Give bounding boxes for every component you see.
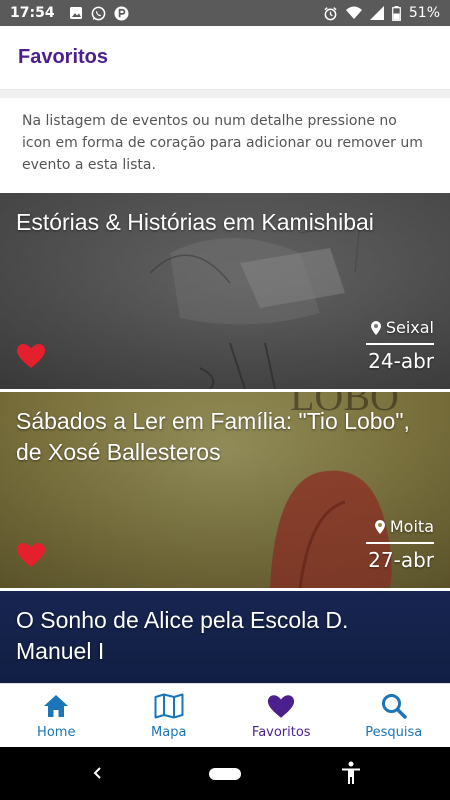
alarm-icon: [323, 6, 338, 21]
status-bar: 17:54 51%: [0, 0, 450, 26]
bottom-navigation: Home Mapa Favoritos Pesquisa: [0, 683, 450, 747]
date-divider: [366, 542, 434, 544]
event-location: Seixal: [370, 318, 434, 337]
event-card[interactable]: Estórias & Histórias em Kamishibai Seixa…: [0, 193, 450, 389]
event-card[interactable]: LOBO Sábados a Ler em Família: "Tio Lobo…: [0, 392, 450, 588]
page-title: Favoritos: [18, 46, 109, 68]
event-date: 27-abr: [368, 548, 434, 572]
heart-icon[interactable]: [16, 343, 46, 369]
nav-search[interactable]: Pesquisa: [338, 684, 450, 747]
nav-home-label: Home: [37, 725, 76, 740]
event-title: Estórias & Histórias em Kamishibai: [16, 209, 374, 235]
home-icon: [41, 691, 71, 721]
event-location-label: Moita: [389, 517, 434, 536]
date-divider: [366, 343, 434, 345]
event-title: O Sonho de Alice pela Escola D. Manuel I: [16, 607, 349, 664]
home-pill-button[interactable]: [209, 768, 241, 780]
event-location: Moita: [374, 517, 434, 536]
status-time: 17:54: [10, 5, 55, 21]
event-card[interactable]: O Sonho de Alice pela Escola D. Manuel I: [0, 591, 450, 683]
app-header: Favoritos: [0, 26, 450, 90]
location-pin-icon: [374, 519, 385, 534]
event-date: 24-abr: [368, 349, 434, 373]
header-separator: [0, 90, 450, 98]
map-icon: [154, 691, 184, 721]
battery-percent: 51%: [408, 5, 440, 21]
image-icon: [69, 6, 83, 20]
system-navigation-bar: [0, 747, 450, 800]
signal-icon: [369, 6, 384, 20]
nav-favorites[interactable]: Favoritos: [225, 684, 338, 747]
search-icon: [379, 691, 409, 721]
nav-search-label: Pesquisa: [365, 725, 423, 740]
heart-icon[interactable]: [16, 542, 46, 568]
location-pin-icon: [370, 320, 381, 335]
nav-favorites-label: Favoritos: [251, 725, 311, 740]
back-icon[interactable]: [88, 763, 108, 783]
heart-icon: [266, 691, 296, 721]
battery-icon: [391, 5, 401, 21]
event-title: Sábados a Ler em Família: "Tio Lobo", de…: [16, 408, 410, 465]
info-message: Na listagem de eventos ou num detalhe pr…: [0, 98, 450, 192]
nav-map[interactable]: Mapa: [113, 684, 226, 747]
whatsapp-icon: [91, 6, 106, 21]
nav-map-label: Mapa: [151, 725, 187, 740]
accessibility-icon[interactable]: [340, 761, 362, 785]
parking-icon: [114, 5, 129, 21]
nav-home[interactable]: Home: [0, 684, 113, 747]
event-location-label: Seixal: [385, 318, 434, 337]
wifi-icon: [345, 6, 362, 20]
